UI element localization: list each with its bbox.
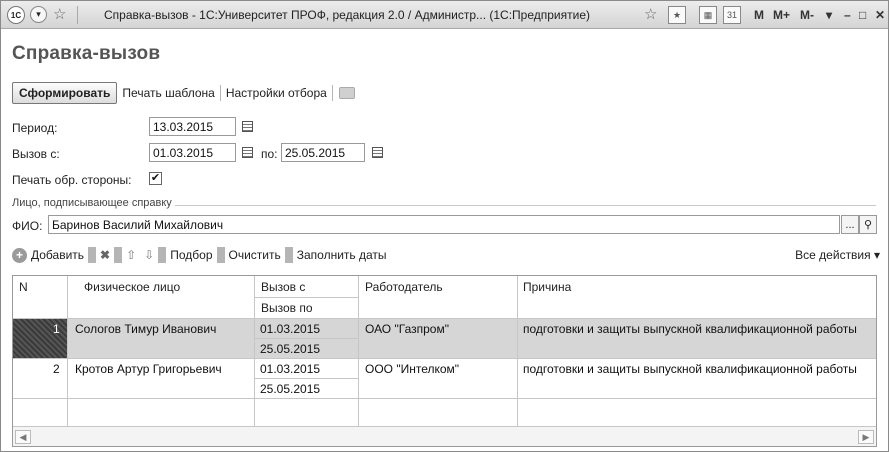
app-window: 1С ▾ ☆ Справка-вызов - 1С:Университет ПР… (0, 0, 889, 452)
generate-button[interactable]: Сформировать (12, 82, 118, 104)
horizontal-scrollbar[interactable]: ◀ ▶ (13, 426, 876, 446)
title-separator (77, 6, 78, 24)
close-icon[interactable]: ✕ (875, 5, 885, 25)
call-from-field[interactable]: 01.03.2015 (149, 143, 236, 162)
row-line (13, 398, 876, 399)
row-divider (255, 338, 359, 339)
history-icon[interactable]: ★ (668, 6, 686, 24)
calendar-icon[interactable]: 31 (723, 6, 741, 24)
row-divider (255, 378, 359, 379)
calendar-icon[interactable] (239, 144, 255, 160)
group-divider (175, 205, 876, 206)
row-line (13, 358, 876, 359)
pick-button[interactable]: Подбор (166, 248, 216, 262)
row-number: 2 (53, 362, 60, 376)
printer-icon[interactable] (338, 87, 355, 99)
person-cell[interactable]: Кротов Артур Григорьевич (75, 362, 222, 376)
filter-settings-button[interactable]: Настройки отбора (221, 86, 332, 100)
window-title: Справка-вызов - 1С:Университет ПРОФ, ред… (104, 8, 591, 22)
header-bottom-line (13, 318, 876, 319)
reason-cell[interactable]: подготовки и защиты выпускной квалификац… (523, 362, 857, 376)
menu-dropdown-icon[interactable]: ▾ (30, 6, 47, 23)
to-label: по: (261, 147, 278, 161)
scroll-left-icon[interactable]: ◀ (15, 430, 31, 444)
signer-group-label: Лицо, подписывающее справку (12, 197, 172, 209)
call-from-cell[interactable]: 01.03.2015 (260, 322, 320, 336)
header-n[interactable]: N (19, 280, 28, 294)
separator (114, 247, 123, 263)
header-divider (255, 297, 359, 298)
persons-table[interactable]: N Физическое лицо Вызов с Вызов по Работ… (12, 275, 877, 447)
select-button[interactable]: ... (841, 215, 859, 234)
call-to-field[interactable]: 25.05.2015 (281, 143, 365, 162)
employer-cell[interactable]: ООО "Интелком" (365, 362, 459, 376)
header-employer[interactable]: Работодатель (365, 280, 443, 294)
calendar-icon[interactable] (239, 118, 255, 134)
print-template-button[interactable]: Печать шаблона (117, 86, 219, 100)
form-content: Справка-вызов Сформировать Печать шаблон… (1, 29, 888, 451)
fill-dates-button[interactable]: Заполнить даты (293, 248, 391, 262)
separator (216, 247, 225, 263)
call-from-cell[interactable]: 01.03.2015 (260, 362, 320, 376)
move-up-icon[interactable]: ⇧ (122, 248, 140, 262)
print-back-label: Печать обр. стороны: (12, 173, 132, 187)
call-to-cell[interactable]: 25.05.2015 (260, 342, 320, 356)
separator (284, 247, 293, 263)
scroll-right-icon[interactable]: ▶ (858, 430, 874, 444)
memory-m-button[interactable]: M (754, 5, 764, 25)
table-toolbar: + Добавить ✖ ⇧ ⇩ Подбор Очистить Заполни… (12, 245, 391, 265)
search-icon[interactable]: ⚲ (859, 215, 877, 234)
person-cell[interactable]: Сологов Тимур Иванович (75, 322, 216, 336)
employer-cell[interactable]: ОАО "Газпром" (365, 322, 449, 336)
minimize-icon[interactable]: – (844, 5, 851, 25)
memory-plus-button[interactable]: M+ (773, 5, 790, 25)
separator (331, 85, 333, 101)
column-person (68, 276, 255, 446)
separator (158, 247, 167, 263)
period-label: Период: (12, 121, 58, 135)
favorite-icon[interactable]: ☆ (644, 4, 657, 24)
call-from-label: Вызов с: (12, 147, 60, 161)
separator (88, 247, 97, 263)
reason-cell[interactable]: подготовки и защиты выпускной квалификац… (523, 322, 857, 336)
call-to-cell[interactable]: 25.05.2015 (260, 382, 320, 396)
add-button[interactable]: Добавить (27, 248, 88, 262)
calculator-icon[interactable]: ▦ (699, 6, 717, 24)
row-number: 1 (53, 322, 60, 336)
command-bar: Сформировать Печать шаблона Настройки от… (12, 81, 355, 105)
print-back-checkbox[interactable]: ✔ (149, 172, 162, 185)
header-person[interactable]: Физическое лицо (84, 280, 180, 294)
title-bar: 1С ▾ ☆ Справка-вызов - 1С:Университет ПР… (1, 1, 888, 29)
delete-icon[interactable]: ✖ (96, 248, 114, 262)
window-menu-icon[interactable]: ▾ (826, 5, 832, 25)
column-employer (359, 276, 518, 446)
all-actions-menu[interactable]: Все действия ▾ (795, 248, 880, 262)
column-n (13, 276, 68, 446)
add-icon[interactable]: + (12, 247, 27, 263)
app-logo-icon[interactable]: 1С (7, 6, 25, 24)
maximize-icon[interactable]: □ (859, 5, 866, 25)
header-call-to[interactable]: Вызов по (261, 301, 313, 315)
header-reason[interactable]: Причина (523, 280, 571, 294)
favorite-star-icon[interactable]: ☆ (53, 4, 66, 24)
memory-minus-button[interactable]: M- (800, 5, 814, 25)
fio-label: ФИО: (12, 219, 43, 233)
fio-field[interactable]: Баринов Василий Михайлович (48, 215, 840, 234)
period-field[interactable]: 13.03.2015 (149, 117, 236, 136)
calendar-icon[interactable] (369, 144, 385, 160)
header-call-from[interactable]: Вызов с (261, 280, 305, 294)
move-down-icon[interactable]: ⇩ (140, 248, 158, 262)
clear-button[interactable]: Очистить (225, 248, 285, 262)
page-title: Справка-вызов (12, 43, 161, 64)
